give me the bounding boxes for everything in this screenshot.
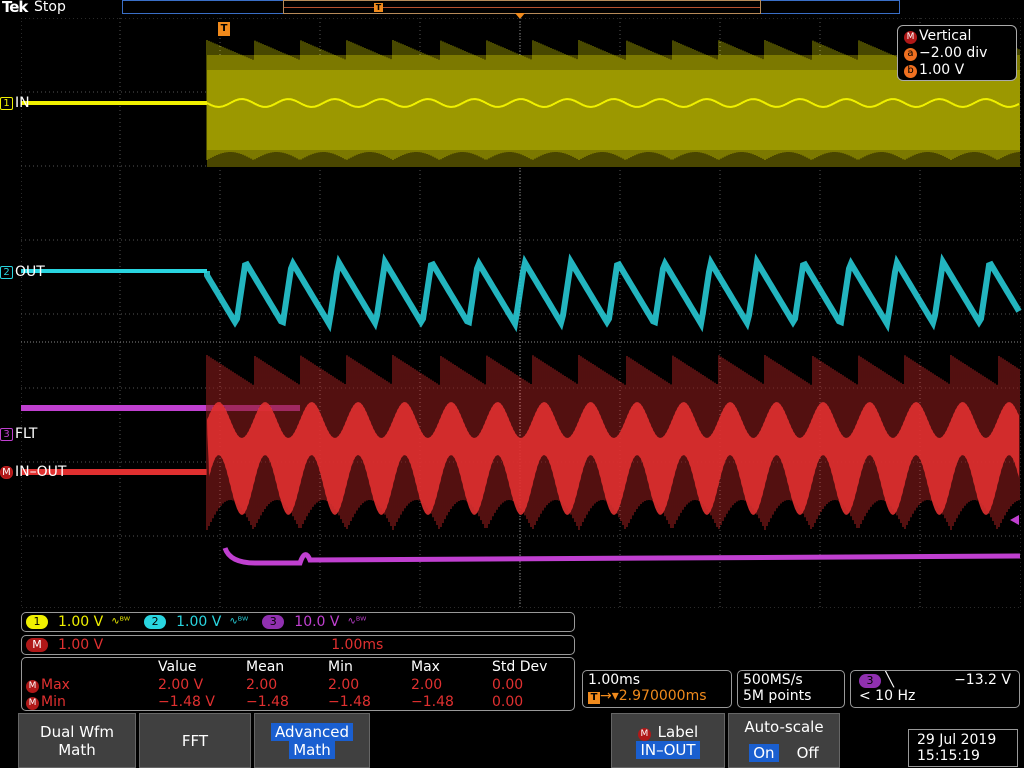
meas-mean: −1.48 [246, 694, 289, 710]
meas-row[interactable]: M Min [26, 694, 66, 711]
vertical-position-value: −2.00 div [919, 45, 988, 61]
meas-name: Max [41, 677, 70, 693]
button-label-line1: Dual Wfm [40, 722, 114, 741]
auto-scale-on-toggle[interactable]: On [749, 744, 779, 762]
ch3-scale: 10.0 V [294, 614, 340, 630]
channel-readout-bar[interactable]: 1 1.00 V ∿ᴮᵂ 2 1.00 V ∿ᴮᵂ 3 10.0 V ∿ᴮᵂ [21, 612, 575, 632]
button-label: Auto-scale [744, 718, 824, 736]
trigger-level: −13.2 V [954, 672, 1011, 688]
advanced-math-button[interactable]: Advanced Math [254, 713, 370, 768]
meas-value: 2.00 V [158, 677, 204, 693]
bandwidth-icon: ∿ᴮᵂ [229, 616, 249, 627]
math-marker[interactable]: M IN–OUT [0, 465, 66, 479]
meas-max: 2.00 [411, 677, 443, 693]
math-waveform [21, 355, 1020, 530]
vertical-title: Vertical [919, 28, 972, 44]
meas-max: −1.48 [411, 694, 454, 710]
trigger-icon: T [588, 692, 600, 704]
meas-min: −1.48 [328, 694, 371, 710]
label-value: IN–OUT [636, 740, 700, 759]
trigger-delay: 2.970000ms [618, 688, 707, 704]
ch1-readout-badge: 1 [26, 615, 48, 629]
meas-header-min: Min [328, 659, 353, 675]
math-icon: M [26, 680, 39, 693]
dual-wfm-math-button[interactable]: Dual Wfm Math [18, 713, 136, 768]
bandwidth-icon: ∿ᴮᵂ [347, 616, 367, 627]
math-label: IN–OUT [15, 464, 67, 480]
meas-value: −1.48 V [158, 694, 215, 710]
meas-min: 2.00 [328, 677, 360, 693]
meas-header-mean: Mean [246, 659, 285, 675]
trigger-delay-row: T →▾2.970000ms [588, 688, 726, 704]
ch3-marker[interactable]: 3 FLT [0, 427, 37, 441]
math-time-scale: 1.00ms [331, 637, 384, 653]
button-label: FFT [181, 731, 209, 750]
meas-std-dev: 0.00 [492, 694, 524, 710]
math-readout-badge: M [26, 638, 48, 652]
button-label-line2: Math [289, 740, 335, 759]
ch3-badge: 3 [0, 427, 13, 441]
auto-scale-button[interactable]: Auto-scale On Off [728, 713, 840, 768]
ch3-label: FLT [15, 426, 38, 442]
date: 29 Jul 2019 [917, 732, 997, 748]
ch1-badge: 1 [0, 96, 13, 110]
ch2-marker[interactable]: 2 OUT [0, 265, 45, 279]
record-length: 5M points [743, 688, 812, 704]
time: 15:15:19 [917, 748, 980, 764]
math-scale: 1.00 V [58, 637, 104, 653]
ch1-marker[interactable]: 1 IN [0, 96, 30, 110]
ch1-label: IN [15, 95, 30, 111]
math-icon: M [637, 727, 651, 741]
meas-header-max: Max [411, 659, 440, 675]
ch1-scale: 1.00 V [58, 614, 104, 630]
meas-mean: 2.00 [246, 677, 278, 693]
ch2-scale: 1.00 V [176, 614, 222, 630]
date-time-display: 29 Jul 2019 15:15:19 [908, 729, 1018, 767]
meas-row[interactable]: M Max [26, 677, 70, 694]
knob-a-icon: a [904, 48, 917, 61]
meas-name: Min [41, 694, 66, 710]
auto-scale-off-toggle[interactable]: Off [797, 744, 819, 762]
fft-button[interactable]: FFT [139, 713, 251, 768]
ch1-waveform [21, 40, 1020, 167]
acquisition-panel[interactable]: 500MS/s 5M points [737, 670, 845, 708]
trigger-level-icon[interactable] [1010, 515, 1019, 525]
button-label-line2: Math [58, 740, 96, 759]
bandwidth-icon: ∿ᴮᵂ [111, 616, 131, 627]
vertical-scale-value: 1.00 V [919, 62, 965, 78]
label-button[interactable]: M Label IN–OUT [611, 713, 725, 768]
meas-header-std-dev: Std Dev [492, 659, 548, 675]
horizontal-panel[interactable]: 1.00ms T →▾2.970000ms [582, 670, 732, 708]
falling-edge-icon: ╲ [885, 672, 894, 688]
trigger-frequency: < 10 Hz [859, 688, 916, 704]
trigger-source-badge: 3 [859, 674, 881, 688]
button-label: Label [657, 722, 699, 741]
math-badge: M [0, 465, 13, 479]
ch2-waveform [21, 253, 1022, 333]
knob-b-icon: b [904, 65, 917, 78]
meas-header-value: Value [158, 659, 197, 675]
math-icon: M [904, 31, 917, 44]
measurement-table[interactable]: Value Mean Min Max Std Dev M Max 2.00 V 2… [21, 657, 575, 711]
trigger-time-icon[interactable]: T [218, 22, 230, 36]
ch2-badge: 2 [0, 265, 13, 279]
ch2-label: OUT [15, 264, 45, 280]
trigger-panel[interactable]: 3 ╲ −13.2 V < 10 Hz [850, 670, 1020, 708]
sample-rate: 500MS/s [743, 672, 803, 688]
button-label-line1: Advanced [270, 722, 354, 741]
ch2-readout-badge: 2 [144, 615, 167, 629]
math-readout-bar[interactable]: M 1.00 V 1.00ms [21, 635, 575, 655]
horizontal-scale: 1.00ms [588, 672, 641, 688]
meas-std-dev: 0.00 [492, 677, 524, 693]
ch3-readout-badge: 3 [262, 615, 285, 629]
vertical-panel[interactable]: M Vertical a −2.00 div b 1.00 V [897, 25, 1017, 81]
math-icon: M [26, 697, 39, 710]
